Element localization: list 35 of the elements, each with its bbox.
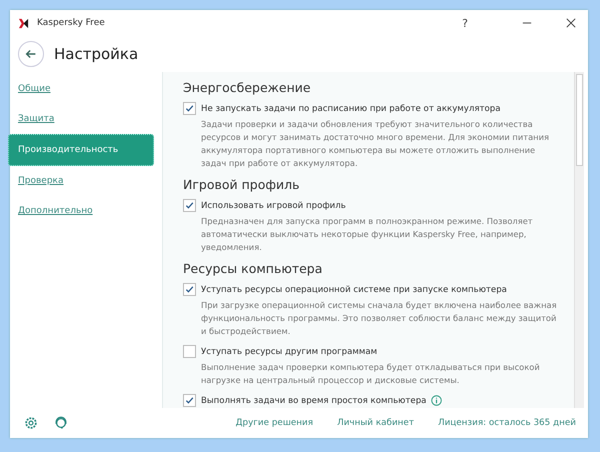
section-heading: Энергосбережение <box>183 80 312 95</box>
checkbox[interactable] <box>183 199 196 212</box>
option-label: Не запускать задачи по расписанию при работе от аккумулятора <box>201 104 501 114</box>
sidebar-item[interactable]: Защита <box>10 104 154 134</box>
window-title: Kaspersky Free <box>37 18 105 28</box>
page-title: Настройка <box>54 45 138 63</box>
help-button[interactable]: ? <box>458 16 472 30</box>
close-icon[interactable] <box>566 18 576 28</box>
back-arrow-icon <box>24 47 38 61</box>
option-description: Задачи проверки и задачи обновления требуют значительного количества ресурсов и могут занимать достаточно много времени. Для экономии питания аккумулятора портативного компьютера вы можете отложить выполнение задач при работе от аккумулятора. <box>201 118 550 170</box>
settings-icon[interactable] <box>24 416 38 430</box>
option-label: Уступать ресурсы операционной системе при запуске компьютера <box>201 284 507 294</box>
option-description: При загрузке операционной системы сначала будет включена наиболее важная функциональность программы. Это позволяет соблюсти баланс между защитой и быстродействием. <box>201 299 558 338</box>
option-label: Использовать игровой профиль <box>201 200 346 210</box>
back-button[interactable] <box>18 41 44 67</box>
sidebar-item[interactable]: Дополнительно <box>10 196 154 226</box>
checkbox[interactable] <box>183 283 196 296</box>
app-logo-icon <box>18 18 29 28</box>
sidebar-item[interactable]: Общие <box>10 74 154 104</box>
checkbox[interactable] <box>183 394 196 407</box>
checkbox[interactable] <box>183 102 196 115</box>
sidebar-item[interactable]: Производительность <box>8 134 154 166</box>
footer-link[interactable]: Лицензия: осталось 365 дней <box>438 418 576 428</box>
checkbox[interactable] <box>183 345 196 358</box>
section-heading: Игровой профиль <box>183 177 301 192</box>
scrollbar-thumb[interactable] <box>576 74 583 166</box>
section-heading: Ресурсы компьютера <box>183 261 324 276</box>
footer-link[interactable]: Личный кабинет <box>337 418 414 428</box>
option-label: Выполнять задачи во время простоя компьютера <box>201 396 426 406</box>
sidebar-item[interactable]: Проверка <box>10 166 154 196</box>
option-description: Выполнение задач проверки компьютера будет откладываться при высокой нагрузке на центральный процессор и дисковые системы. <box>201 361 541 387</box>
option-description: Предназначен для запуска программ в полноэкранном режиме. Позволяет автоматически выключать некоторые функции Kaspersky Free, например, уведомления. <box>201 215 534 254</box>
option-label: Уступать ресурсы другим программам <box>201 346 378 356</box>
footer-link[interactable]: Другие решения <box>236 418 314 428</box>
info-icon[interactable] <box>431 395 442 406</box>
